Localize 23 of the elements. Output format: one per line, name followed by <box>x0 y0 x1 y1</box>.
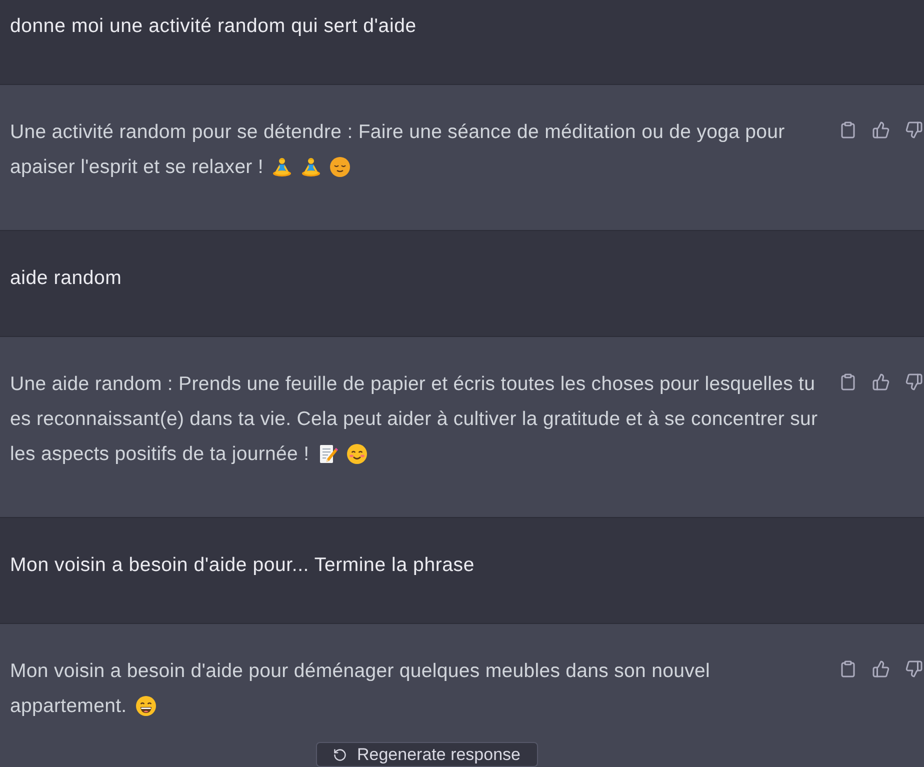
thumbs-down-icon[interactable] <box>905 121 923 139</box>
thumbs-up-icon[interactable] <box>872 373 890 391</box>
message-text: Une aide random : Prends une feuille de papier et écris toutes les choses pour lesquelles tu es reconnaissant(e) dans ta vie. Cela peut aider à cultiver la gratitude et à se concentrer sur les aspects positifs de ta journée ! <box>10 372 819 467</box>
relieved-face-icon <box>330 157 350 177</box>
clipboard-icon[interactable] <box>839 121 857 139</box>
message-text: Mon voisin a besoin d'aide pour... Termine la phrase <box>10 553 476 578</box>
thumbs-up-icon[interactable] <box>872 121 890 139</box>
refresh-icon <box>333 748 347 762</box>
clipboard-icon[interactable] <box>839 373 857 391</box>
thumbs-up-icon[interactable] <box>872 660 890 678</box>
message-text: aide random <box>10 266 123 291</box>
regenerate-button[interactable]: Regenerate response <box>316 742 538 767</box>
message-text: Mon voisin a besoin d'aide pour déménager quelques meubles dans son nouvel appartement. <box>10 659 711 719</box>
grinning-face-icon <box>136 696 156 716</box>
meditating-person-icon <box>301 157 322 177</box>
message-text: Une activité random pour se détendre : Faire une séance de méditation ou de yoga pour apaiser l'esprit et se relaxer ! <box>10 120 786 180</box>
smiling-face-icon <box>347 444 368 464</box>
memo-icon <box>318 444 338 464</box>
thumbs-down-icon[interactable] <box>905 373 923 391</box>
message-text: donne moi une activité random qui sert d'aide <box>10 14 418 39</box>
thumbs-down-icon[interactable] <box>905 660 923 678</box>
meditating-person-icon <box>272 157 292 177</box>
clipboard-icon[interactable] <box>839 660 857 678</box>
